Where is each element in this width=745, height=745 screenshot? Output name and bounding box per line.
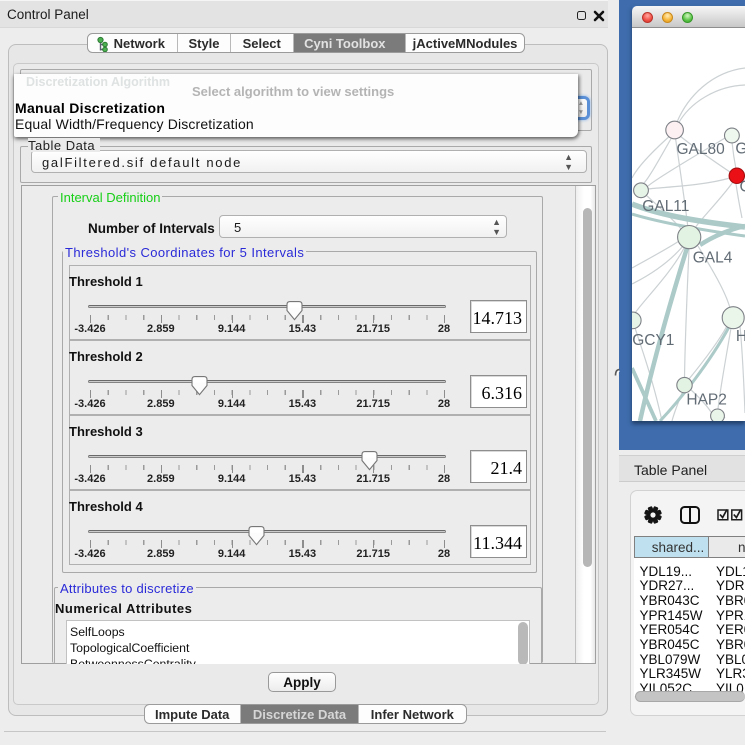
svg-text:HAP2: HAP2 [686,391,727,408]
svg-text:GAL11: GAL11 [642,198,689,215]
svg-text:HIS: HIS [736,328,745,345]
svg-text:GAL1: GAL1 [735,140,745,157]
svg-text:CR: CR [740,179,745,196]
svg-text:GCY1: GCY1 [632,332,674,349]
svg-text:GAL4: GAL4 [693,250,733,267]
svg-text:GAL80: GAL80 [677,141,726,158]
